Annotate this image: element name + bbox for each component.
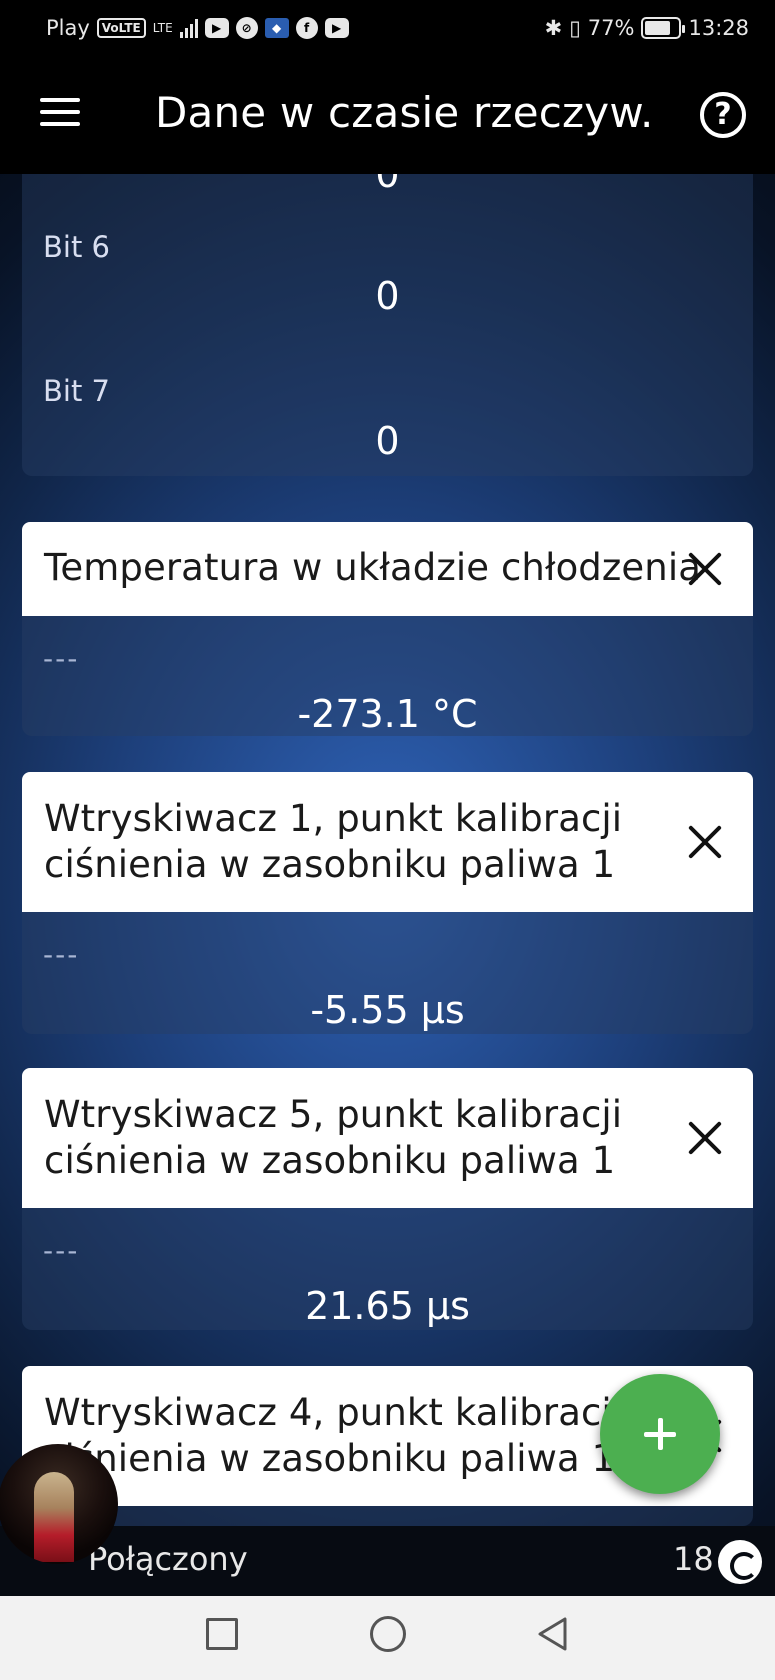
bit-value-cut: 0 — [375, 174, 400, 196]
help-icon[interactable]: ? — [700, 92, 746, 138]
battery-percent: 77% — [587, 16, 635, 40]
close-icon[interactable] — [685, 549, 725, 589]
signal-icon — [179, 18, 198, 38]
bluetooth-icon: ✱ — [544, 16, 563, 40]
facebook-icon: f — [295, 17, 318, 39]
system-nav-bar — [0, 1596, 775, 1680]
youtube-icon: ▶ — [204, 18, 229, 38]
hamburger-menu-icon[interactable] — [40, 98, 80, 130]
card-title-line: ciśnienia w zasobniku paliwa 1 — [44, 1139, 616, 1182]
recent-apps-icon[interactable] — [206, 1618, 238, 1650]
live-data-list[interactable]: 0 Bit 6 0 Bit 7 0 Temperatura w układzie… — [0, 174, 775, 1526]
card-title-line: Wtryskiwacz 1, punkt kalibracji — [44, 797, 623, 840]
status-bar-left: Play VoLTE LTE ▶ ⊘ ◆ f ▶ — [46, 16, 349, 40]
no-disturb-icon: ⊘ — [235, 17, 258, 39]
card-title: Wtryskiwacz 4, punkt kalibracji ciśnieni… — [44, 1390, 622, 1482]
volte-badge: VoLTE — [96, 18, 146, 38]
bit-label: Bit 6 — [43, 230, 110, 264]
card-value: -5.55 µs — [310, 988, 465, 1032]
avatar[interactable] — [0, 1444, 118, 1564]
close-icon[interactable] — [685, 1118, 725, 1158]
close-icon[interactable] — [685, 822, 725, 862]
card-header: Wtryskiwacz 5, punkt kalibracji ciśnieni… — [22, 1068, 753, 1208]
carrier-label: Play — [46, 16, 90, 40]
home-icon[interactable] — [370, 1616, 406, 1652]
bit-value: 0 — [375, 274, 400, 318]
page-title: Dane w czasie rzeczyw... — [155, 88, 655, 137]
app-icon: ◆ — [264, 18, 289, 38]
card-value: -273.1 °C — [297, 692, 478, 736]
add-button[interactable] — [600, 1374, 720, 1494]
battery-icon — [641, 17, 686, 39]
clock: 13:28 — [688, 16, 749, 40]
card-dash: --- — [43, 642, 80, 675]
vibrate-icon: ▯ — [569, 16, 581, 40]
bit-value: 0 — [375, 419, 400, 463]
card-value: 21.65 µs — [305, 1284, 470, 1328]
sync-icon[interactable] — [718, 1540, 762, 1584]
card-body — [22, 1506, 753, 1526]
card-title-line: Wtryskiwacz 4, punkt kalibracji — [44, 1391, 623, 1434]
youtube-icon-2: ▶ — [324, 18, 349, 38]
card-title: Wtryskiwacz 5, punkt kalibracji ciśnieni… — [44, 1092, 622, 1184]
card-title-line: ciśnienia w zasobniku paliwa 1 — [44, 843, 616, 886]
card-title-line: Temperatura w układzie chłodzenia — [44, 546, 701, 589]
card-title: Temperatura w układzie chłodzenia — [44, 545, 701, 591]
connection-status: Połączony — [88, 1540, 248, 1578]
card-title-line: ciśnienia w zasobniku paliwa 1 — [44, 1437, 616, 1480]
card-dash: --- — [43, 938, 80, 971]
status-bar-right: ✱ ▯ 77% 13:28 — [545, 16, 749, 40]
card-header: Temperatura w układzie chłodzenia — [22, 522, 753, 616]
status-bar: Play VoLTE LTE ▶ ⊘ ◆ f ▶ ✱ ▯ 77% 13:28 — [0, 0, 775, 56]
card-title: Wtryskiwacz 1, punkt kalibracji ciśnieni… — [44, 796, 622, 888]
card-title-line: Wtryskiwacz 5, punkt kalibracji — [44, 1093, 623, 1136]
lte-label: LTE — [152, 21, 173, 35]
connection-bar: Połączony 18 — [0, 1526, 775, 1596]
bit-label: Bit 7 — [43, 374, 110, 408]
app-bar: Dane w czasie rzeczyw... ? — [0, 56, 775, 174]
card-dash: --- — [43, 1234, 80, 1267]
back-icon[interactable] — [535, 1616, 571, 1652]
card-header: Wtryskiwacz 1, punkt kalibracji ciśnieni… — [22, 772, 753, 912]
item-count: 18 — [673, 1540, 714, 1578]
